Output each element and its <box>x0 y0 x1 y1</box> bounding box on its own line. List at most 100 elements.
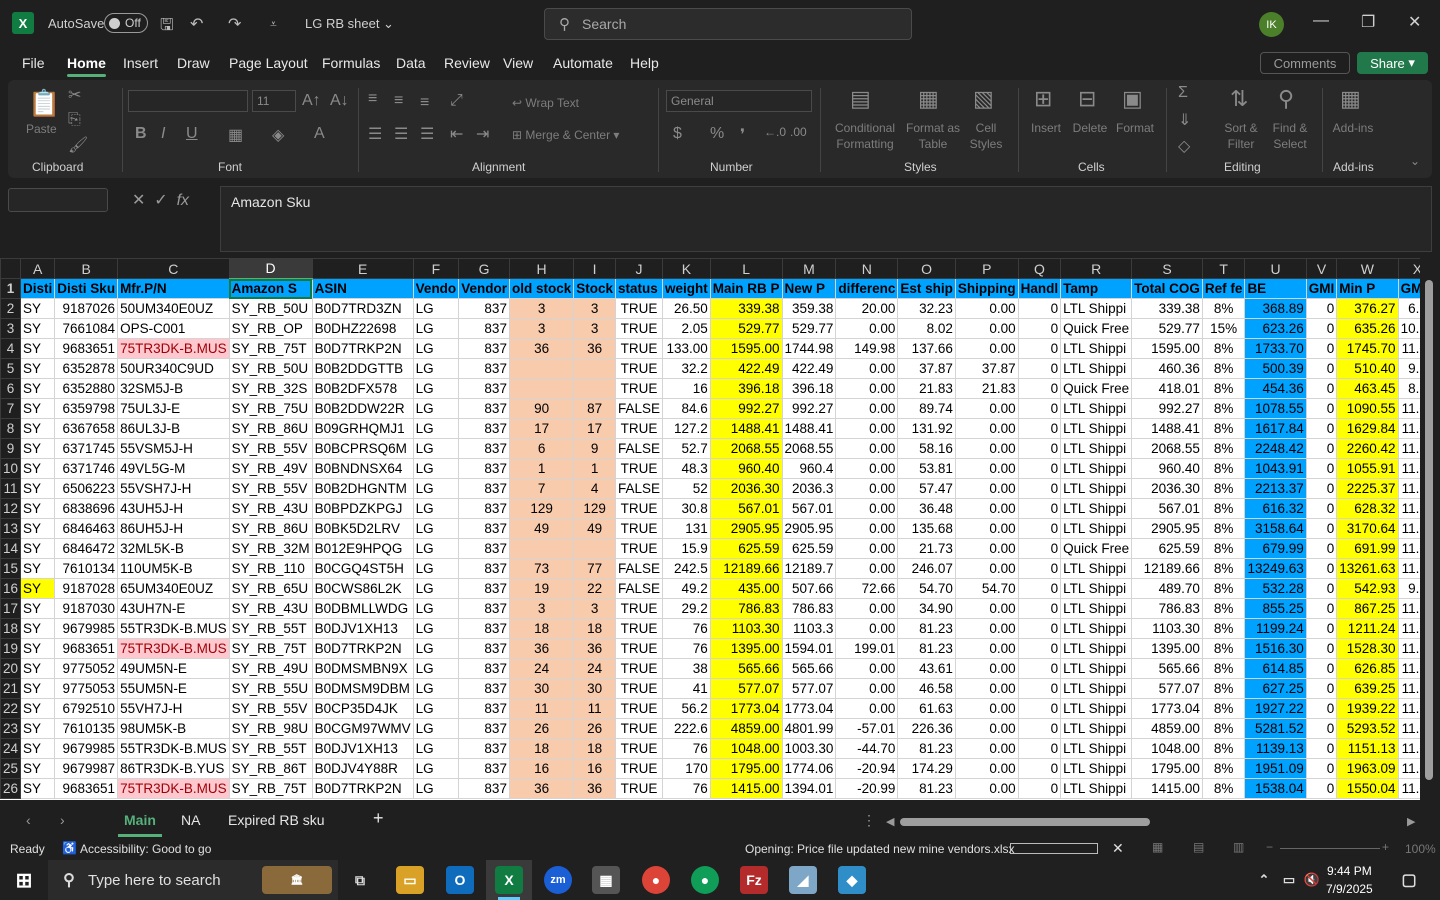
cell[interactable]: 1415.00 <box>1131 778 1203 799</box>
row-header[interactable]: 25 <box>0 758 22 779</box>
cell[interactable]: 1927.22 <box>1244 698 1307 719</box>
tab-review[interactable]: Review <box>444 55 490 71</box>
cell[interactable]: 11.04 <box>1397 738 1420 759</box>
cell[interactable]: 11.04 <box>1397 678 1420 699</box>
cell[interactable]: 75UL3J-E <box>117 398 230 419</box>
cell[interactable]: FALSE <box>614 398 664 419</box>
cell[interactable]: LTL Shippi <box>1060 678 1133 699</box>
cell[interactable]: 1488.41 <box>709 418 783 439</box>
increase-indent-icon[interactable]: ⇥ <box>476 124 489 144</box>
cell[interactable]: 18 <box>573 618 616 639</box>
cell[interactable]: 0.00 <box>954 598 1019 619</box>
cell[interactable]: 0 <box>1017 558 1062 579</box>
cell[interactable]: 786.83 <box>781 598 837 619</box>
cell[interactable]: 837 <box>458 698 510 719</box>
cell[interactable]: GMD <box>1397 278 1420 299</box>
cell[interactable]: Est ship <box>897 278 956 299</box>
cell[interactable]: 89.74 <box>897 398 956 419</box>
tab-view[interactable]: View <box>503 55 533 71</box>
column-header[interactable]: T <box>1201 258 1246 279</box>
decrease-font-icon[interactable]: A↓ <box>330 92 349 110</box>
cell[interactable]: 1151.13 <box>1336 738 1399 759</box>
cell[interactable]: 48.3 <box>662 458 711 479</box>
cell[interactable]: LG <box>412 358 460 379</box>
normal-view-icon[interactable]: ▦ <box>1152 840 1163 854</box>
cell[interactable]: 0.00 <box>954 698 1019 719</box>
cell[interactable]: 0 <box>1017 678 1062 699</box>
cell[interactable]: B012E9HPQG <box>311 538 414 559</box>
cell[interactable]: LTL Shippi <box>1060 638 1133 659</box>
cell[interactable]: ASIN <box>311 278 414 299</box>
cell[interactable]: 11 <box>573 698 616 719</box>
row-header[interactable]: 23 <box>0 718 22 739</box>
cell[interactable]: 0 <box>1305 438 1338 459</box>
windows-start-icon[interactable]: ⊞ <box>10 866 38 894</box>
cell[interactable]: 75TR3DK-B.MUS <box>117 778 230 799</box>
cell[interactable]: 0 <box>1017 618 1062 639</box>
avatar[interactable]: IK <box>1259 12 1284 37</box>
cell[interactable] <box>573 538 616 559</box>
chrome-profile-icon[interactable]: ● <box>691 866 719 894</box>
cell[interactable]: B0B2DFX578 <box>311 378 414 399</box>
sheet-tab-expired[interactable]: Expired RB sku <box>228 812 324 828</box>
wrap-text-button[interactable]: ↩ Wrap Text <box>512 95 579 111</box>
cell[interactable]: TRUE <box>614 318 664 339</box>
add-sheet-icon[interactable]: + <box>373 808 384 829</box>
cell[interactable]: 960.4 <box>781 458 837 479</box>
cell[interactable] <box>508 378 575 399</box>
cell[interactable]: LG <box>412 398 460 419</box>
cell[interactable]: 9.21 <box>1397 358 1420 379</box>
cell[interactable]: status <box>614 278 664 299</box>
cell[interactable]: 1048.00 <box>709 738 783 759</box>
cell[interactable]: Vendor <box>458 278 510 299</box>
comments-button[interactable]: Comments <box>1260 52 1350 74</box>
cell[interactable]: 1773.04 <box>709 698 783 719</box>
align-top-icon[interactable]: ≡ <box>368 90 377 108</box>
cancel-icon[interactable]: ✕ <box>132 192 145 209</box>
cell[interactable]: 1951.09 <box>1244 758 1307 779</box>
accessibility-status[interactable]: Accessibility: Good to go <box>80 842 211 856</box>
cell[interactable]: LG <box>412 578 460 599</box>
cell[interactable]: 8.36 <box>1397 378 1420 399</box>
currency-icon[interactable]: $ <box>673 125 682 143</box>
cell[interactable]: Quick Free <box>1060 318 1133 339</box>
cell[interactable]: 616.32 <box>1244 498 1307 519</box>
cell[interactable]: SY <box>20 658 56 679</box>
cell[interactable]: 1744.98 <box>781 338 837 359</box>
cell[interactable]: 1078.55 <box>1244 398 1307 419</box>
task-view-icon[interactable]: ⧉ <box>346 866 374 894</box>
cell[interactable]: Min P <box>1336 278 1399 299</box>
cell[interactable]: -44.70 <box>835 738 899 759</box>
cell[interactable]: weight <box>662 278 711 299</box>
cell[interactable]: 149.98 <box>835 338 899 359</box>
cell[interactable]: SY_RB_110 <box>228 558 313 579</box>
cell[interactable]: 4859.00 <box>709 718 783 739</box>
cell[interactable]: 837 <box>458 518 510 539</box>
cell[interactable]: 837 <box>458 358 510 379</box>
cell[interactable]: LG <box>412 318 460 339</box>
cell[interactable]: SY <box>20 618 56 639</box>
cell[interactable]: 0 <box>1305 698 1338 719</box>
row-header[interactable]: 19 <box>0 638 22 659</box>
cell[interactable]: 422.49 <box>709 358 783 379</box>
cell[interactable]: 837 <box>458 738 510 759</box>
cell[interactable]: Disti Sku <box>54 278 119 299</box>
column-header[interactable]: A <box>20 258 56 279</box>
cell[interactable]: TRUE <box>614 458 664 479</box>
cell[interactable]: 0 <box>1017 778 1062 799</box>
cell[interactable]: SY_RB_75U <box>228 398 313 419</box>
cell[interactable]: 131.92 <box>897 418 956 439</box>
cell[interactable]: TRUE <box>614 498 664 519</box>
cell[interactable]: LTL Shippi <box>1060 438 1133 459</box>
cell[interactable]: 623.26 <box>1244 318 1307 339</box>
cell[interactable]: 1528.30 <box>1336 638 1399 659</box>
cell[interactable]: 625.59 <box>781 538 837 559</box>
cell[interactable]: 76 <box>662 618 711 639</box>
cell[interactable]: 37.87 <box>954 358 1019 379</box>
cell[interactable]: 529.77 <box>709 318 783 339</box>
cell[interactable]: 1211.24 <box>1336 618 1399 639</box>
row-header[interactable]: 16 <box>0 578 22 599</box>
cell[interactable]: 628.32 <box>1336 498 1399 519</box>
cell[interactable]: 786.83 <box>709 598 783 619</box>
cell[interactable]: 837 <box>458 458 510 479</box>
